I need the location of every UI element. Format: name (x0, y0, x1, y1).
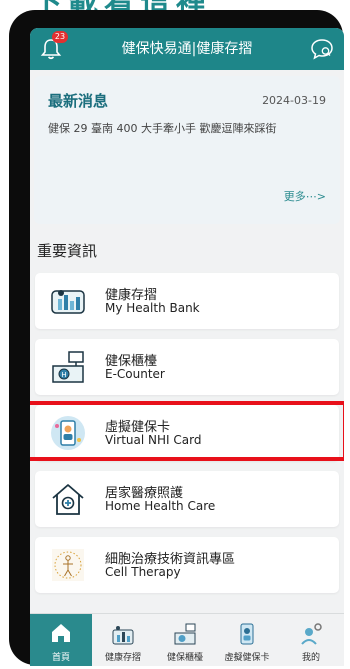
item-title-en: Cell Therapy (105, 565, 181, 579)
counter-icon: H (52, 351, 84, 383)
news-title: 最新消息 (48, 92, 109, 110)
list-item-e-counter[interactable]: H 健保櫃檯 E-Counter (35, 339, 339, 395)
nav-label: 健保櫃檯 (166, 653, 203, 663)
list-item-cell-therapy[interactable]: 細胞治療技術資訊專區 Cell Therapy (35, 537, 339, 593)
cell-therapy-icon (52, 549, 84, 581)
news-date: 2024-03-19 (262, 94, 326, 107)
profile-icon (301, 623, 322, 645)
section-title: 重要資訊 (37, 242, 98, 260)
nav-health-bank[interactable]: 健康存摺 (92, 614, 154, 666)
svg-text:H: H (61, 371, 66, 379)
item-title-en: My Health Bank (105, 301, 200, 315)
nav-label: 首頁 (51, 653, 70, 663)
health-bank-icon (51, 290, 85, 314)
app-header: 23 健保快易通|健康存摺 (30, 28, 344, 70)
list-item-health-bank[interactable]: 健康存摺 My Health Bank (35, 273, 339, 329)
nav-profile[interactable]: 我的 (278, 614, 344, 666)
card-icon (240, 623, 254, 645)
item-title-en: E-Counter (105, 367, 165, 381)
app-screen: 23 健保快易通|健康存摺 最新消息 2024-03-19 健保 29 臺南 4… (30, 28, 344, 666)
chat-icon[interactable] (310, 38, 334, 60)
nav-virtual-card[interactable]: 虛擬健保卡 (216, 614, 278, 666)
item-title-en: Home Health Care (105, 499, 216, 513)
more-link[interactable]: 更多⋯> (284, 188, 326, 204)
bottom-nav: 首頁 健康存摺 健保櫃檯 虛擬健保卡 我的 (30, 613, 344, 666)
counter-icon (174, 623, 196, 645)
nav-home[interactable]: 首頁 (30, 614, 92, 666)
nav-label: 健康存摺 (104, 653, 141, 663)
app-title: 健保快易通|健康存摺 (121, 41, 253, 57)
home-icon (52, 624, 70, 642)
nav-e-counter[interactable]: 健保櫃檯 (154, 614, 216, 666)
news-card[interactable]: 最新消息 2024-03-19 健保 29 臺南 400 大手牽小手 歡慶逗陣來… (34, 76, 340, 224)
news-headline[interactable]: 健保 29 臺南 400 大手牽小手 歡慶逗陣來踩街 (48, 120, 276, 136)
home-care-icon (52, 484, 84, 515)
list-item-home-health-care[interactable]: 居家醫療照護 Home Health Care (35, 471, 339, 527)
nav-label: 我的 (301, 653, 320, 663)
phone-frame: 23 健保快易通|健康存摺 最新消息 2024-03-19 健保 29 臺南 4… (9, 10, 344, 666)
item-title-en: Virtual NHI Card (105, 433, 202, 447)
virtual-card-icon (51, 416, 85, 450)
nav-label: 虛擬健保卡 (224, 653, 270, 663)
list-item-virtual-nhi-card[interactable]: 虛擬健保卡 Virtual NHI Card (35, 405, 339, 461)
health-bank-icon (112, 626, 134, 645)
